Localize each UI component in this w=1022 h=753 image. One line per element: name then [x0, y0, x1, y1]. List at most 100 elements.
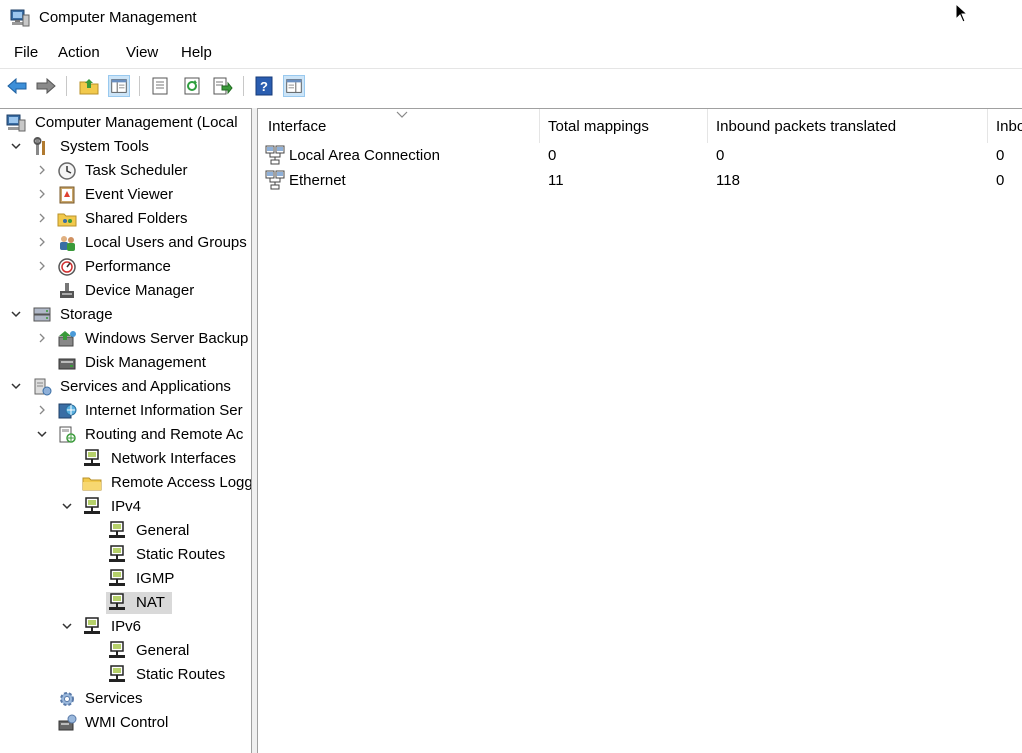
cell-inbound-packets: 0: [716, 147, 725, 164]
tree-label: Disk Management: [85, 354, 206, 371]
results-list[interactable]: Interface Total mappings Inbound packets…: [258, 108, 1022, 753]
tree-item-ipv4[interactable]: IPv4: [0, 496, 251, 518]
tree-item-windows-server-backup[interactable]: Windows Server Backup: [0, 328, 251, 350]
tree-item-services[interactable]: Services: [0, 688, 251, 710]
menu-divider: [0, 68, 1022, 69]
cell-inbo: 0: [996, 147, 1005, 164]
cell-interface: Local Area Connection: [289, 147, 440, 164]
help-icon[interactable]: ?: [253, 75, 275, 97]
computer-management-icon: [6, 114, 26, 132]
refresh-icon[interactable]: [181, 75, 203, 97]
computer-management-icon: [10, 9, 30, 27]
cell-inbo: 0: [996, 172, 1005, 189]
chevron-down-icon[interactable]: [35, 427, 49, 441]
tree-item-ipv6[interactable]: IPv6: [0, 616, 251, 638]
users-icon: [60, 236, 75, 251]
tree-item-ipv6-static-routes[interactable]: Static Routes: [0, 664, 251, 686]
tree-item-network-interfaces[interactable]: Network Interfaces: [0, 448, 251, 470]
tree-label: Storage: [60, 306, 113, 323]
cell-total-mappings: 11: [548, 172, 564, 189]
tree-item-disk-management[interactable]: Disk Management: [0, 352, 251, 374]
tree-item-internet-information-services[interactable]: Internet Information Ser: [0, 400, 251, 422]
forward-icon[interactable]: [35, 75, 57, 97]
tree-label: Local Users and Groups: [85, 234, 247, 251]
tree-item-ipv6-general[interactable]: General: [0, 640, 251, 662]
menu-help[interactable]: Help: [181, 44, 212, 61]
toolbar-separator: [243, 76, 244, 96]
column-header-interface[interactable]: Interface: [268, 118, 326, 135]
tree-label: Services: [85, 690, 143, 707]
tree-label: General: [136, 522, 190, 539]
tree-item-system-tools[interactable]: System Tools: [0, 136, 251, 158]
tree-label: General: [136, 642, 190, 659]
tree-item-services-and-applications[interactable]: Services and Applications: [0, 376, 251, 398]
up-folder-icon[interactable]: [78, 75, 100, 97]
menu-view[interactable]: View: [126, 44, 158, 61]
chevron-down-icon[interactable]: [60, 619, 74, 633]
tree-item-performance[interactable]: Performance: [0, 256, 251, 278]
show-hide-action-pane-icon[interactable]: [283, 75, 305, 97]
tree-item-wmi-control[interactable]: WMI Control: [0, 712, 251, 734]
tree-label: Device Manager: [85, 282, 195, 299]
gear-icon: [60, 692, 74, 706]
window-title: Computer Management: [39, 9, 197, 26]
table-row[interactable]: Local Area Connection 0 0 0: [258, 144, 1022, 169]
chevron-right-icon[interactable]: [35, 235, 49, 249]
tree-item-ipv4-static-routes[interactable]: Static Routes: [0, 544, 251, 566]
tree-label: IPv6: [111, 618, 142, 635]
disk-management-icon: [58, 358, 76, 370]
tree-item-ipv4-general[interactable]: General: [0, 520, 251, 542]
menu-action[interactable]: Action: [58, 44, 100, 61]
column-divider[interactable]: [707, 109, 708, 143]
chevron-right-icon[interactable]: [35, 403, 49, 417]
menu-file[interactable]: File: [14, 44, 38, 61]
tree-label: Static Routes: [136, 666, 226, 683]
cell-inbound-packets: 118: [716, 172, 740, 189]
mouse-pointer-icon: [955, 3, 969, 23]
tree-item-event-viewer[interactable]: Event Viewer: [0, 184, 251, 206]
column-header-inbound-packets-translated[interactable]: Inbound packets translated: [716, 118, 896, 135]
tree-item-igmp[interactable]: IGMP: [0, 568, 251, 590]
tree-label: WMI Control: [85, 714, 169, 731]
network-node-icon: [109, 569, 125, 586]
tree-label: Computer Management (Local: [35, 114, 238, 131]
column-divider[interactable]: [987, 109, 988, 143]
tree-item-routing-and-remote-access[interactable]: Routing and Remote Ac: [0, 424, 251, 446]
network-node-icon: [84, 449, 100, 466]
chevron-right-icon[interactable]: [35, 187, 49, 201]
tree-item-shared-folders[interactable]: Shared Folders: [0, 208, 251, 230]
tree-item-remote-access-logging[interactable]: Remote Access Logg: [0, 472, 251, 494]
network-node-icon: [109, 665, 125, 682]
wmi-control-icon: [58, 714, 77, 731]
tree-item-nat[interactable]: NAT: [0, 592, 251, 614]
column-divider[interactable]: [539, 109, 540, 143]
table-row[interactable]: Ethernet 11 118 0: [258, 169, 1022, 194]
chevron-down-icon[interactable]: [9, 139, 23, 153]
properties-icon[interactable]: [149, 75, 171, 97]
chevron-down-icon[interactable]: [9, 307, 23, 321]
chevron-right-icon[interactable]: [35, 331, 49, 345]
export-list-icon[interactable]: [211, 75, 233, 97]
tree-label: Event Viewer: [85, 186, 174, 203]
back-icon[interactable]: [6, 75, 28, 97]
chevron-down-icon[interactable]: [9, 379, 23, 393]
sort-arrow-icon: [396, 111, 408, 118]
console-tree[interactable]: Computer Management (Local System Tools …: [0, 108, 252, 753]
chevron-down-icon[interactable]: [60, 499, 74, 513]
tree-label: Performance: [85, 258, 171, 275]
chevron-right-icon[interactable]: [35, 163, 49, 177]
show-hide-tree-icon[interactable]: [108, 75, 130, 97]
tree-item-task-scheduler[interactable]: Task Scheduler: [0, 160, 251, 182]
cell-total-mappings: 0: [548, 147, 557, 164]
column-header-inbound-truncated[interactable]: Inbo: [996, 118, 1022, 135]
tree-label: Routing and Remote Ac: [85, 426, 244, 443]
tree-item-computer-management[interactable]: Computer Management (Local: [0, 112, 251, 134]
tree-item-device-manager[interactable]: Device Manager: [0, 280, 251, 302]
chevron-right-icon[interactable]: [35, 211, 49, 225]
chevron-right-icon[interactable]: [35, 259, 49, 273]
tree-item-local-users-groups[interactable]: Local Users and Groups: [0, 232, 251, 254]
column-header-total-mappings[interactable]: Total mappings: [548, 118, 649, 135]
title-bar: Computer Management: [0, 0, 1022, 38]
tree-item-storage[interactable]: Storage: [0, 304, 251, 326]
menu-bar: File Action View Help: [0, 38, 1022, 68]
